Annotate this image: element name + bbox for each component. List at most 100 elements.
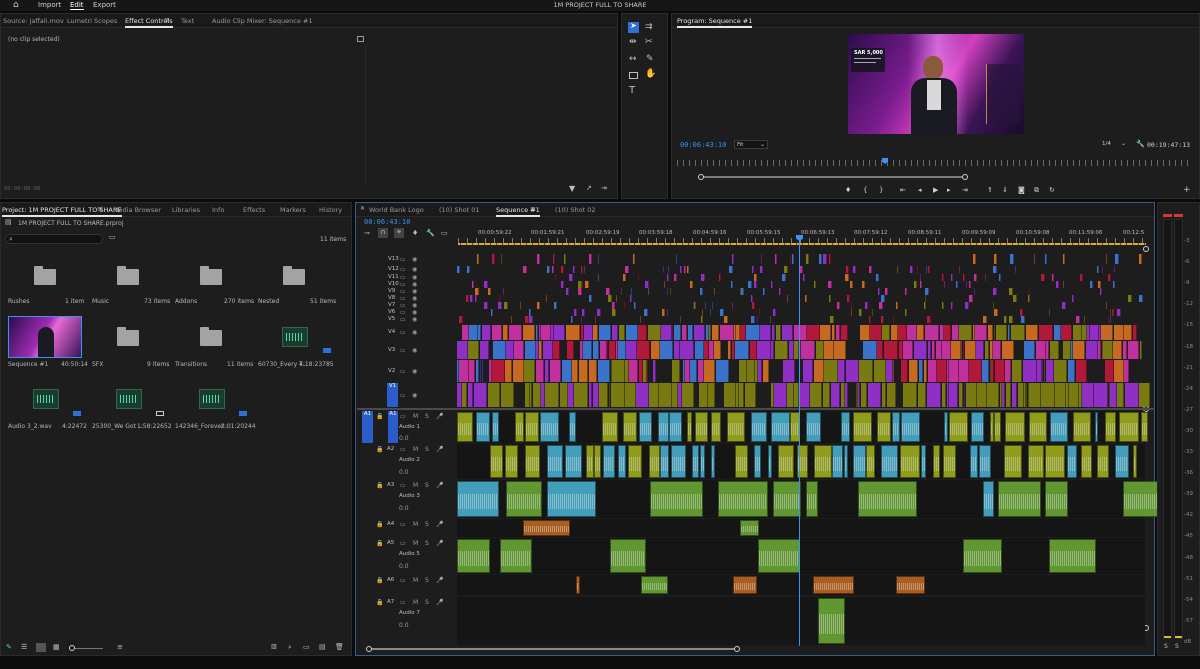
- video-clip[interactable]: [869, 266, 872, 273]
- video-clip[interactable]: [1125, 383, 1139, 407]
- audio-clip[interactable]: [1119, 412, 1139, 442]
- video-clip[interactable]: [1094, 383, 1108, 407]
- solo-button[interactable]: S: [425, 446, 429, 453]
- audio-clip[interactable]: [1115, 445, 1129, 478]
- video-clip[interactable]: [1012, 383, 1017, 407]
- video-clip[interactable]: [459, 316, 463, 323]
- tab-project[interactable]: Project: 1M PROJECT FULL TO SHARE: [2, 206, 122, 217]
- program-zoom-bar[interactable]: [700, 176, 966, 178]
- video-clip[interactable]: [598, 254, 599, 264]
- video-clip[interactable]: [480, 341, 489, 359]
- video-clip[interactable]: [823, 254, 827, 264]
- video-clip[interactable]: [598, 360, 610, 382]
- video-clip[interactable]: [985, 341, 989, 359]
- video-clip[interactable]: [903, 341, 913, 359]
- video-clip[interactable]: [836, 325, 840, 340]
- video-clip[interactable]: [872, 309, 873, 316]
- video-clip[interactable]: [887, 383, 896, 407]
- video-clip[interactable]: [1103, 341, 1113, 359]
- video-clip[interactable]: [976, 341, 984, 359]
- audio-clip[interactable]: [1045, 445, 1065, 478]
- video-clip[interactable]: [561, 281, 564, 288]
- timeline-timecode[interactable]: 00:06:43:10: [364, 218, 410, 226]
- video-clip[interactable]: [993, 266, 997, 273]
- audio-clip[interactable]: [806, 481, 818, 517]
- audio-clip[interactable]: [877, 412, 891, 442]
- video-clip[interactable]: [704, 360, 715, 382]
- audio-clip[interactable]: [1049, 539, 1096, 573]
- video-clip[interactable]: [462, 325, 469, 340]
- video-clip[interactable]: [611, 383, 625, 407]
- video-clip[interactable]: [917, 266, 918, 273]
- video-clip[interactable]: [951, 302, 953, 309]
- video-clip[interactable]: [1086, 341, 1098, 359]
- video-clip[interactable]: [1090, 281, 1093, 288]
- video-clip[interactable]: [1068, 360, 1075, 382]
- video-clip[interactable]: [779, 288, 781, 295]
- video-clip[interactable]: [1113, 281, 1115, 288]
- video-clip[interactable]: [806, 254, 809, 264]
- video-clip[interactable]: [525, 341, 536, 359]
- video-clip[interactable]: [524, 360, 535, 382]
- video-clip[interactable]: [988, 325, 993, 340]
- video-clip[interactable]: [581, 266, 583, 273]
- video-clip[interactable]: [865, 302, 868, 309]
- audio-clip[interactable]: [892, 412, 900, 442]
- video-clip[interactable]: [763, 288, 765, 295]
- video-clip[interactable]: [584, 325, 593, 340]
- video-clip[interactable]: [492, 360, 505, 382]
- video-clip[interactable]: [882, 325, 890, 340]
- film-icon[interactable]: ▭: [400, 295, 406, 302]
- ripple-edit-tool-icon[interactable]: ⇹: [629, 38, 637, 47]
- resolution-dropdown[interactable]: 1/4 ⌄: [1100, 140, 1128, 149]
- eye-icon[interactable]: ◉: [412, 392, 417, 399]
- video-clip[interactable]: [710, 309, 711, 316]
- video-clip[interactable]: [1123, 341, 1127, 359]
- video-clip[interactable]: [794, 325, 807, 340]
- video-clip[interactable]: [1076, 316, 1080, 323]
- tab-world-bank-logo[interactable]: World Bank Logo: [369, 206, 424, 214]
- video-clip[interactable]: [761, 254, 762, 264]
- video-clip[interactable]: [1133, 325, 1137, 340]
- audio-clip[interactable]: [457, 539, 490, 573]
- video-clip[interactable]: [523, 266, 527, 273]
- video-clip[interactable]: [961, 341, 962, 359]
- list-view-icon[interactable]: ☰: [21, 644, 27, 651]
- video-clip[interactable]: [554, 325, 565, 340]
- video-clip[interactable]: [862, 281, 865, 288]
- video-clip[interactable]: [572, 360, 578, 382]
- video-clip[interactable]: [838, 360, 845, 382]
- video-clip[interactable]: [1102, 266, 1103, 273]
- audio-target-a1[interactable]: A1: [388, 411, 398, 443]
- video-clip[interactable]: [919, 360, 923, 382]
- video-clip[interactable]: [720, 325, 734, 340]
- video-clip[interactable]: [1046, 360, 1054, 382]
- video-clip[interactable]: [858, 383, 860, 407]
- video-clip[interactable]: [482, 360, 483, 382]
- audio-clip[interactable]: [718, 481, 768, 517]
- audio-clip[interactable]: [547, 481, 596, 517]
- video-clip[interactable]: [1021, 316, 1025, 323]
- razor-tool-icon[interactable]: ✂: [645, 38, 653, 47]
- audio-clip[interactable]: [1005, 412, 1025, 442]
- slip-tool-icon[interactable]: ↔: [629, 55, 637, 64]
- video-clip[interactable]: [1097, 266, 1099, 273]
- audio-clip[interactable]: [700, 445, 705, 478]
- video-clip[interactable]: [1105, 360, 1114, 382]
- video-clip[interactable]: [792, 254, 794, 264]
- folder-icon[interactable]: [200, 266, 222, 285]
- mic-icon[interactable]: 🎤: [436, 540, 443, 547]
- project-search[interactable]: ⌕: [5, 234, 103, 244]
- mark-out-icon[interactable]: }: [879, 186, 883, 194]
- video-clip[interactable]: [823, 383, 830, 407]
- panel-menu-icon[interactable]: ≡: [164, 17, 170, 24]
- video-clip[interactable]: [573, 266, 575, 273]
- video-clip[interactable]: [1113, 341, 1122, 359]
- audio-clip[interactable]: [727, 412, 745, 442]
- video-clip[interactable]: [819, 254, 822, 264]
- work-area-bar[interactable]: [458, 243, 1146, 245]
- video-clip[interactable]: [574, 383, 588, 407]
- audio-clip[interactable]: [523, 520, 570, 536]
- video-clip[interactable]: [1063, 341, 1071, 359]
- video-clip[interactable]: [625, 266, 629, 273]
